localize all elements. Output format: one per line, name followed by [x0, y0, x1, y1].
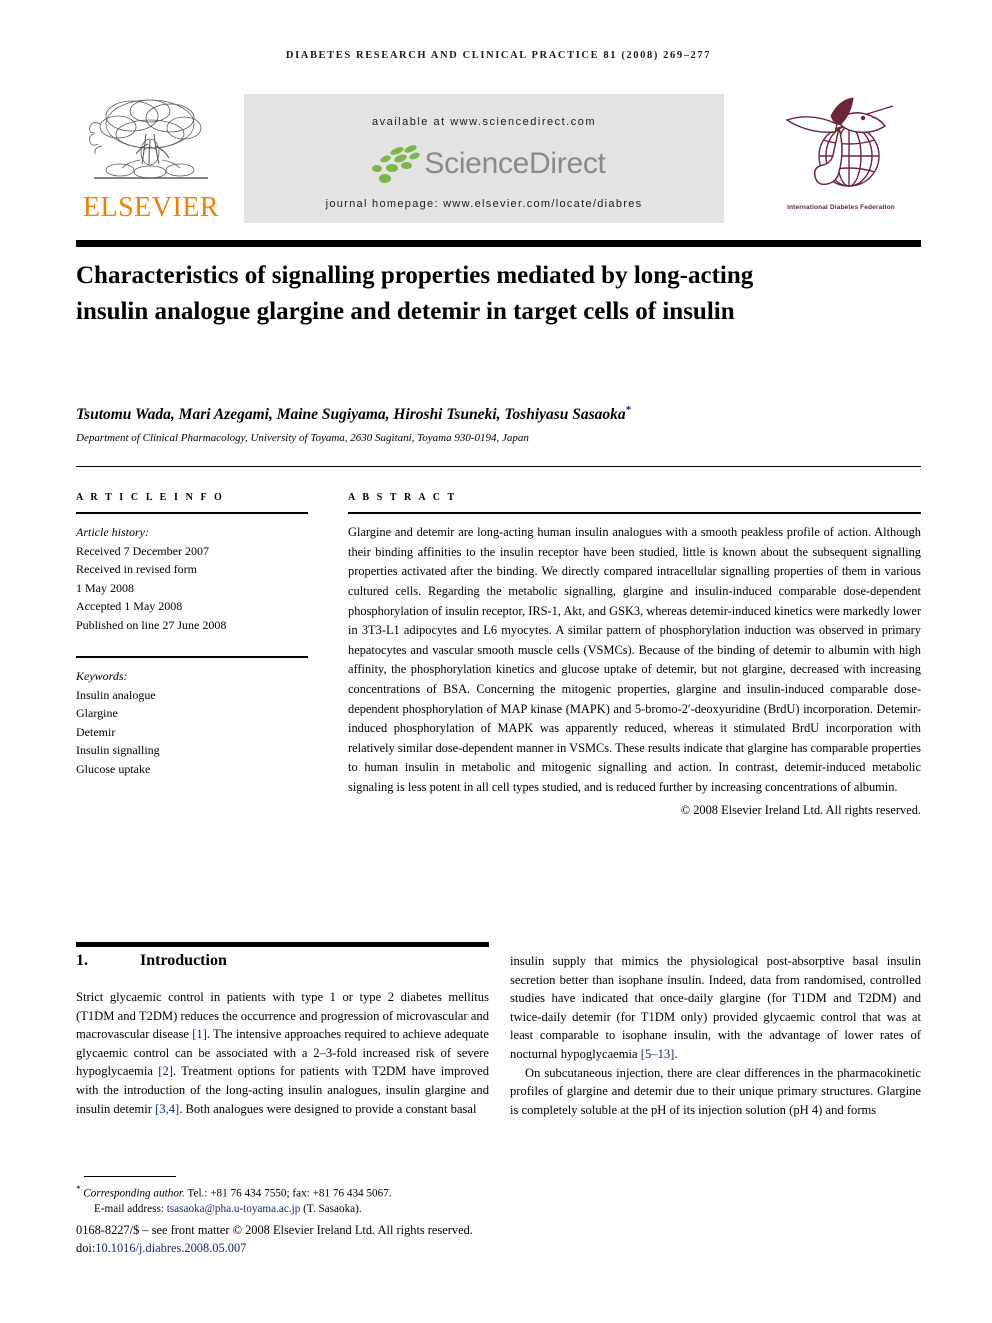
doi-link[interactable]: 10.1016/j.diabres.2008.05.007 — [95, 1241, 246, 1255]
masthead: ELSEVIER available at www.sciencedirect.… — [76, 92, 921, 232]
author-names: Tsutomu Wada, Mari Azegami, Maine Sugiya… — [76, 406, 626, 424]
footnote-block: * Corresponding author. Tel.: +81 76 434… — [76, 1182, 506, 1218]
elsevier-wordmark: ELSEVIER — [82, 192, 220, 223]
corresponding-author-marker: * — [625, 404, 632, 416]
article-history-item: Received 7 December 2007 — [76, 543, 209, 558]
article-history-item: 1 May 2008 — [76, 580, 134, 595]
affiliation: Department of Clinical Pharmacology, Uni… — [76, 432, 529, 444]
available-at-text: available at www.sciencedirect.com — [371, 116, 597, 128]
intro-paragraph: Strict glycaemic control in patients wit… — [76, 988, 489, 1118]
intro-right-text-a: insulin supply that mimics the physiolog… — [510, 954, 921, 1061]
article-history-item: Accepted 1 May 2008 — [76, 599, 183, 614]
title-divider-rule — [76, 466, 921, 468]
sciencedirect-wordmark: ScienceDirect — [424, 147, 606, 180]
issn-copyright-line: 0168-8227/$ – see front matter © 2008 El… — [76, 1223, 473, 1237]
article-history-item: Published on line 27 June 2008 — [76, 617, 227, 632]
article-history-item: Received in revised form — [76, 562, 197, 577]
introduction-heading: 1. Introduction — [76, 952, 489, 970]
email-suffix: (T. Sasaoka). — [303, 1203, 362, 1216]
citation-link-3-4[interactable]: [3,4] — [155, 1102, 179, 1116]
elsevier-logo: ELSEVIER — [76, 92, 226, 232]
email-note: E-mail address: tsasaoka@pha.u-toyama.ac… — [76, 1202, 506, 1218]
section-number: 1. — [76, 952, 88, 969]
doi-label: doi: — [76, 1240, 96, 1255]
corresponding-author-note: * Corresponding author. Tel.: +81 76 434… — [76, 1182, 506, 1202]
corresponding-author-label: Corresponding author. — [83, 1187, 185, 1200]
abstract-copyright: © 2008 Elsevier Ireland Ltd. All rights … — [680, 802, 921, 817]
citation-link-5-13[interactable]: [5–13] — [641, 1047, 675, 1061]
intro-paragraph: On subcutaneous injection, there are cle… — [510, 1065, 921, 1117]
section-title: Introduction — [140, 952, 227, 969]
intro-left-column: Strict glycaemic control in patients wit… — [76, 988, 489, 1118]
intro-right-column: insulin supply that mimics the physiolog… — [510, 952, 921, 1119]
sciencedirect-leaves-icon — [362, 143, 424, 186]
front-matter-block: 0168-8227/$ – see front matter © 2008 El… — [76, 1222, 636, 1257]
abstract-section: A B S T R A C T Glargine and detemir are… — [348, 492, 921, 820]
keyword-item: Detemir — [76, 724, 116, 739]
intro-right-text-b: . — [674, 1046, 678, 1061]
citation-link-2[interactable]: [2] — [158, 1064, 173, 1078]
page-title: Characteristics of signalling properties… — [76, 262, 754, 325]
abstract-rule — [348, 512, 921, 515]
idf-caption: International Diabetes Federation — [787, 204, 895, 211]
article-history-label: Article history: — [76, 525, 149, 540]
author-list: Tsutomu Wada, Mari Azegami, Maine Sugiya… — [76, 404, 936, 424]
keywords-rule — [76, 656, 308, 659]
masthead-divider-rule — [76, 240, 921, 247]
introduction-rule — [76, 942, 489, 947]
citation-link-1[interactable]: [1] — [192, 1027, 207, 1041]
keyword-item: Insulin analogue — [76, 687, 156, 702]
article-info-section: A R T I C L E I N F O Article history: R… — [76, 492, 308, 778]
doi-line: doi:10.1016/j.diabres.2008.05.007 — [76, 1240, 636, 1258]
article-info-heading: A R T I C L E I N F O — [76, 492, 225, 503]
keyword-item: Glargine — [76, 706, 118, 721]
intro-paragraph: insulin supply that mimics the physiolog… — [510, 952, 921, 1064]
footnote-star-marker: * — [76, 1184, 81, 1194]
keywords-label: Keywords: — [76, 669, 128, 684]
keyword-item: Insulin signalling — [76, 743, 160, 758]
elsevier-tree-icon — [89, 99, 208, 179]
abstract-heading: A B S T R A C T — [348, 492, 457, 503]
sciencedirect-banner: available at www.sciencedirect.com Scien… — [244, 94, 724, 223]
journal-homepage-text: journal homepage: www.elsevier.com/locat… — [325, 198, 643, 210]
keyword-item: Glucose uptake — [76, 761, 151, 776]
email-label: E-mail address: — [94, 1203, 164, 1216]
email-link[interactable]: tsasaoka@pha.u-toyama.ac.jp — [167, 1203, 301, 1215]
abstract-body: Glargine and detemir are long-acting hum… — [348, 525, 921, 794]
article-info-rule — [76, 512, 308, 515]
idf-logo: International Diabetes Federation — [761, 92, 921, 232]
corresponding-author-contact: Tel.: +81 76 434 7550; fax: +81 76 434 5… — [184, 1187, 392, 1200]
idf-hummingbird-globe-icon — [785, 97, 894, 187]
intro-text-d: . Both analogues were designed to provid… — [179, 1101, 477, 1116]
sciencedirect-logo: ScienceDirect — [244, 143, 724, 190]
running-head: DIABETES RESEARCH AND CLINICAL PRACTICE … — [285, 50, 712, 61]
journal-article-page: DIABETES RESEARCH AND CLINICAL PRACTICE … — [0, 0, 992, 1323]
footnote-rule — [84, 1176, 176, 1178]
